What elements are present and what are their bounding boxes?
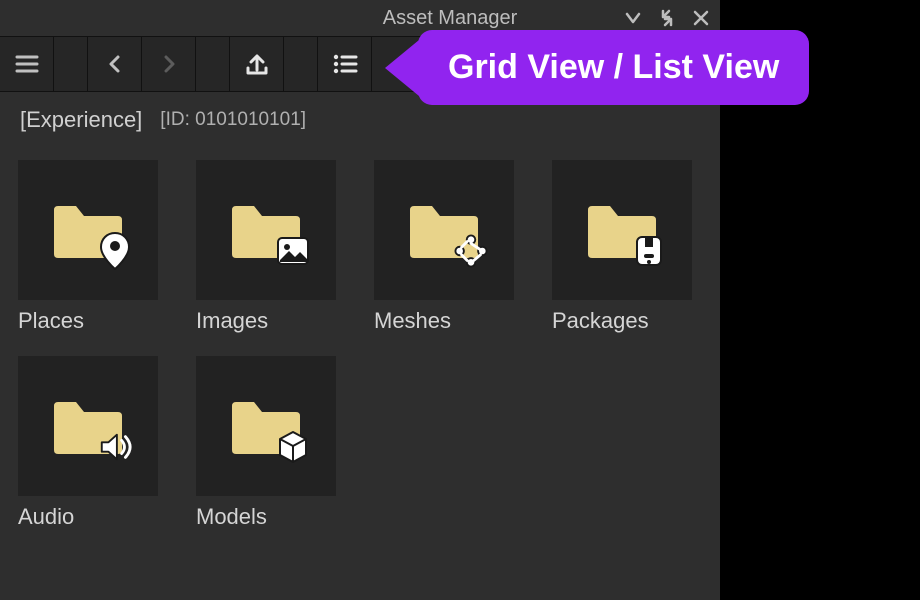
callout-arrow-icon <box>385 40 419 96</box>
model-icon <box>276 430 310 464</box>
asset-label: Models <box>196 504 336 530</box>
menu-button[interactable] <box>0 37 54 91</box>
list-view-icon <box>329 48 361 80</box>
asset-grid: Places Images <box>0 148 720 530</box>
asset-label: Audio <box>18 504 158 530</box>
hamburger-icon <box>12 49 42 79</box>
window-restore-icon[interactable] <box>656 7 678 29</box>
asset-tile <box>18 356 158 496</box>
asset-label: Images <box>196 308 336 334</box>
asset-label: Packages <box>552 308 692 334</box>
pin-icon <box>98 234 132 268</box>
package-icon <box>632 234 666 268</box>
chevron-right-icon <box>157 52 181 76</box>
asset-folder-images[interactable]: Images <box>196 160 336 334</box>
callout-tooltip: Grid View / List View <box>385 30 809 105</box>
asset-label: Places <box>18 308 158 334</box>
asset-manager-panel: Asset Manager <box>0 0 720 600</box>
folder-icon <box>50 200 126 260</box>
upload-button[interactable] <box>230 37 284 91</box>
nav-back-button[interactable] <box>88 37 142 91</box>
asset-tile <box>552 160 692 300</box>
asset-folder-audio[interactable]: Audio <box>18 356 158 530</box>
folder-icon <box>228 200 304 260</box>
asset-tile <box>374 160 514 300</box>
breadcrumb-id: [ID: 0101010101] <box>160 109 306 131</box>
audio-icon <box>98 430 132 464</box>
asset-label: Meshes <box>374 308 514 334</box>
view-toggle-button[interactable] <box>318 37 372 91</box>
folder-icon <box>406 200 482 260</box>
breadcrumb-root[interactable]: [Experience] <box>20 107 142 133</box>
window-close-icon[interactable] <box>690 7 712 29</box>
asset-folder-places[interactable]: Places <box>18 160 158 334</box>
folder-icon <box>228 396 304 456</box>
folder-icon <box>50 396 126 456</box>
callout-text: Grid View / List View <box>418 30 809 105</box>
nav-forward-button[interactable] <box>142 37 196 91</box>
asset-folder-meshes[interactable]: Meshes <box>374 160 514 334</box>
window-minimize-icon[interactable] <box>622 7 644 29</box>
image-icon <box>276 234 310 268</box>
asset-folder-packages[interactable]: Packages <box>552 160 692 334</box>
folder-icon <box>584 200 660 260</box>
chevron-left-icon <box>103 52 127 76</box>
window-title: Asset Manager <box>383 7 518 30</box>
asset-tile <box>18 160 158 300</box>
mesh-icon <box>454 234 488 268</box>
asset-tile <box>196 356 336 496</box>
asset-tile <box>196 160 336 300</box>
upload-icon <box>241 48 273 80</box>
asset-folder-models[interactable]: Models <box>196 356 336 530</box>
